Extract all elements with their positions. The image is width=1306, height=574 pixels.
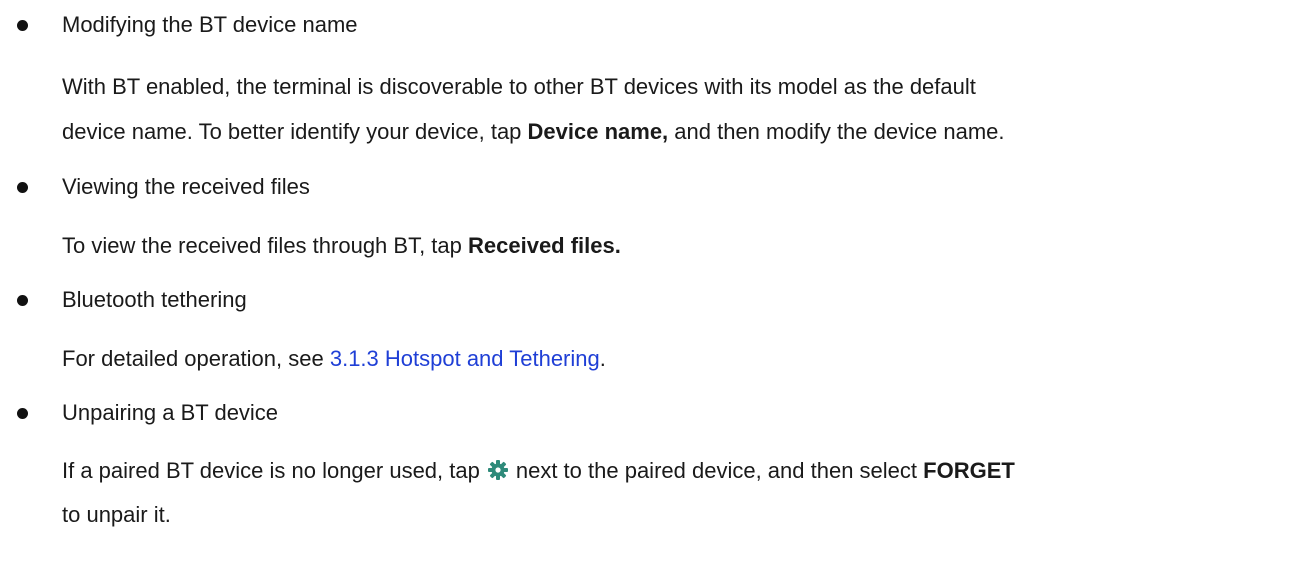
paragraph-text: To view the received files through BT, t…	[62, 233, 468, 258]
paragraph-line: With BT enabled, the terminal is discove…	[62, 64, 1292, 109]
paragraph-text: For detailed operation, see	[62, 346, 330, 371]
paragraph-text: If a paired BT device is no longer used,…	[62, 458, 480, 483]
ui-term-forget: FORGET	[923, 458, 1015, 483]
ui-term-received-files: Received files.	[468, 233, 621, 258]
bullet-dot	[17, 294, 28, 306]
gear-icon	[487, 460, 508, 480]
bullet-title: Modifying the BT device name	[62, 12, 358, 37]
paragraph-text: and then modify the device name.	[668, 119, 1005, 144]
paragraph-line: For detailed operation, see 3.1.3 Hotspo…	[62, 336, 1292, 381]
bullet-title: Viewing the received files	[62, 174, 310, 199]
bullet-dot	[17, 181, 28, 193]
paragraph-text: next to the paired device, and then sele…	[515, 458, 924, 483]
hotspot-tethering-link[interactable]: 3.1.3 Hotspot and Tethering	[330, 346, 600, 371]
paragraph-text: .	[599, 346, 606, 371]
paragraph-text: device name. To better identify your dev…	[62, 119, 528, 144]
bullet-title: Bluetooth tethering	[62, 287, 247, 312]
paragraph-line: If a paired BT device is no longer used,…	[62, 448, 1292, 493]
paragraph-line: device name. To better identify your dev…	[62, 109, 1292, 154]
paragraph-text: With BT enabled, the terminal is discove…	[62, 74, 976, 99]
ui-term-device-name: Device name,	[527, 119, 669, 144]
document-page: Modifying the BT device name With BT ena…	[0, 0, 1306, 574]
bullet-dot	[17, 407, 28, 419]
paragraph-line: to unpair it.	[62, 492, 1292, 537]
bullet-dot	[17, 19, 28, 31]
paragraph-line: To view the received files through BT, t…	[62, 223, 1292, 268]
paragraph-text: to unpair it.	[62, 502, 171, 527]
bullet-title: Unpairing a BT device	[62, 400, 279, 425]
